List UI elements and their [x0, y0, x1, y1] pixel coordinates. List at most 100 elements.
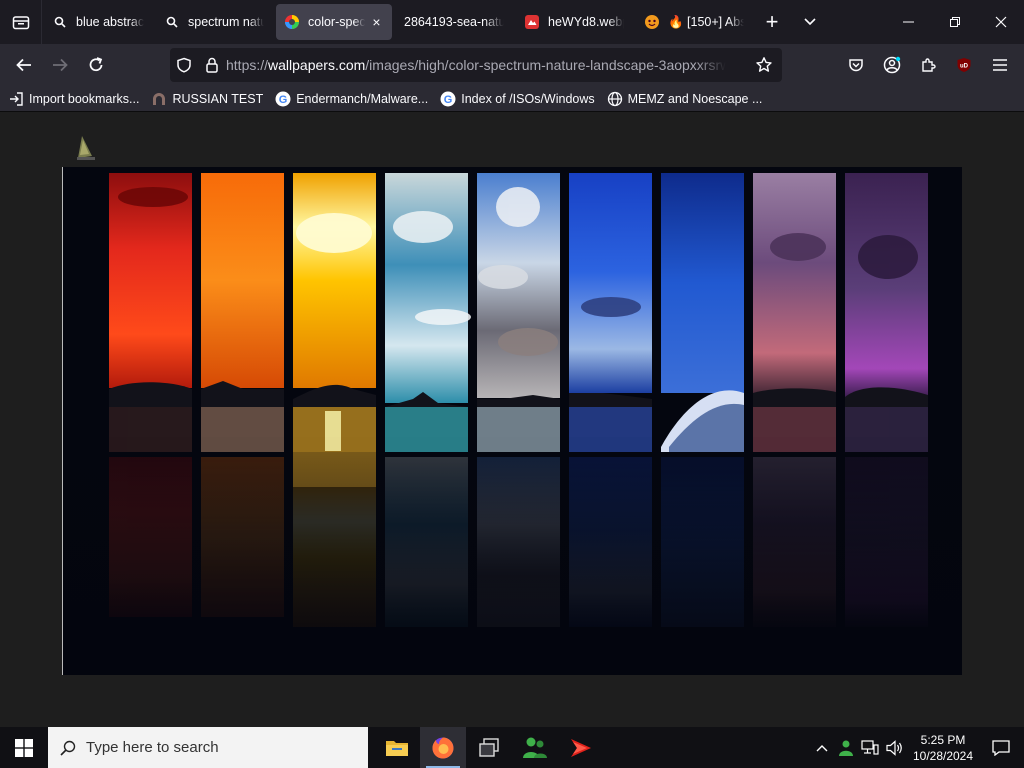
windows-taskbar: Type here to search 5:25 PM 10/28/2024 [0, 727, 1024, 768]
url-text[interactable]: https://wallpapers.com/images/high/color… [226, 57, 726, 73]
svg-text:uD: uD [960, 64, 969, 70]
ublock-shield-icon: uD [957, 58, 971, 72]
broken-image-favicon [524, 14, 540, 30]
tab-color-spectrum[interactable]: color-spectrum-nature × [276, 4, 392, 40]
navigation-toolbar: https://wallpapers.com/images/high/color… [0, 44, 1024, 86]
firefox-view-icon [12, 16, 29, 30]
file-explorer-taskbar-button[interactable] [374, 727, 420, 768]
page-content [0, 112, 1024, 727]
hamburger-menu-icon [993, 59, 1007, 71]
back-arrow-icon [16, 58, 31, 72]
close-icon [995, 16, 1007, 28]
bookmark-russian-test[interactable]: RUSSIAN TEST [151, 91, 263, 107]
new-tab-button[interactable]: + [756, 6, 788, 38]
tab-close-icon[interactable]: × [369, 14, 384, 30]
ublock-origin-button[interactable]: uD [948, 49, 980, 81]
bookmark-endermanch[interactable]: G Endermanch/Malware... [275, 91, 428, 107]
list-all-tabs-button[interactable] [794, 6, 826, 38]
globe-icon [607, 91, 623, 107]
small-tree-image [74, 132, 98, 164]
address-bar[interactable]: https://wallpapers.com/images/high/color… [170, 48, 782, 82]
bookmark-index-isos[interactable]: G Index of /ISOs/Windows [440, 91, 595, 107]
tab-label: 2864193-sea-nature [404, 15, 504, 29]
bookmark-label: Endermanch/Malware... [296, 91, 429, 106]
close-window-button[interactable] [978, 0, 1024, 44]
spectrum-landscape-art [63, 167, 962, 675]
minimize-icon [903, 21, 914, 23]
svg-text:G: G [444, 94, 453, 106]
tab-spectrum-nature[interactable]: spectrum nature wallpaper [156, 4, 272, 40]
tab-label: spectrum nature wallpaper [188, 15, 264, 29]
bookmark-label: Index of /ISOs/Windows [461, 91, 595, 106]
tab-blue-abstract[interactable]: blue abstract wallpaper [44, 4, 152, 40]
network-button[interactable] [858, 727, 882, 768]
firefox-view-button[interactable] [0, 0, 42, 44]
import-icon [8, 91, 24, 107]
tracking-protection-shield-icon[interactable] [170, 48, 198, 82]
pocket-icon [849, 59, 863, 72]
reload-icon [89, 57, 103, 72]
color-wheel-favicon [284, 14, 300, 30]
tab-label: color-spectrum-nature [308, 15, 365, 29]
tab-strip: blue abstract wallpaper spectrum nature … [0, 0, 1024, 44]
taskbar-clock[interactable]: 5:25 PM 10/28/2024 [908, 732, 978, 764]
extensions-button[interactable] [912, 49, 944, 81]
bookmark-label: MEMZ and Noescape ... [627, 91, 763, 106]
volume-button[interactable] [882, 727, 908, 768]
stacked-windows-icon [479, 737, 499, 757]
notification-icon [992, 739, 1010, 756]
clock-time: 5:25 PM [920, 732, 966, 747]
bookmark-star-icon[interactable] [750, 48, 778, 82]
user-tray-icon [839, 740, 853, 756]
bookmark-label: Import bookmarks... [29, 91, 140, 106]
account-button[interactable] [876, 49, 908, 81]
url-scheme: https:// [226, 57, 269, 73]
puzzle-piece-icon [922, 58, 936, 72]
tab-hewyd8[interactable]: heWYd8.webp [516, 4, 632, 40]
taskbar-search-box[interactable]: Type here to search [48, 727, 368, 768]
folder-icon [386, 740, 408, 756]
network-icon [861, 739, 879, 755]
notification-center-button[interactable] [978, 727, 1024, 768]
bookmark-memz[interactable]: MEMZ and Noescape ... [607, 91, 763, 107]
search-icon [60, 740, 76, 756]
task-view-taskbar-button[interactable] [466, 727, 512, 768]
horseshoe-icon [151, 91, 167, 107]
svg-text:G: G [279, 94, 288, 106]
app-menu-button[interactable] [984, 49, 1016, 81]
back-button[interactable] [8, 49, 40, 81]
lock-icon[interactable] [198, 48, 226, 82]
show-hidden-icons-button[interactable] [810, 727, 834, 768]
tab-sea-nature[interactable]: 2864193-sea-nature [396, 4, 512, 40]
account-icon [883, 56, 901, 74]
color-spectrum-wallpaper-image[interactable] [62, 167, 962, 675]
chevron-up-icon [816, 744, 828, 751]
orange-face-favicon [644, 14, 660, 30]
pocket-button[interactable] [840, 49, 872, 81]
start-button[interactable] [0, 727, 48, 768]
search-icon [164, 14, 180, 30]
bookmark-import[interactable]: Import bookmarks... [8, 91, 139, 107]
tab-label: 🔥 [150+] Abstract [668, 14, 744, 29]
tab-150-abstract[interactable]: 🔥 [150+] Abstract [636, 4, 752, 40]
forward-arrow-icon [53, 58, 68, 72]
minimize-button[interactable] [886, 0, 932, 44]
restore-button[interactable] [932, 0, 978, 44]
bookmarks-toolbar: Import bookmarks... RUSSIAN TEST G Ender… [0, 86, 1024, 112]
tab-label: blue abstract wallpaper [76, 15, 144, 29]
bookmark-label: RUSSIAN TEST [172, 91, 264, 106]
speaker-icon [886, 739, 902, 756]
firefox-taskbar-button[interactable] [420, 727, 466, 768]
tab-label: heWYd8.webp [548, 15, 624, 29]
forward-button[interactable] [44, 49, 76, 81]
search-placeholder: Type here to search [86, 739, 219, 756]
system-tray: 5:25 PM 10/28/2024 [810, 727, 1024, 768]
red-arrow-app-taskbar-button[interactable] [558, 727, 604, 768]
messenger-taskbar-button[interactable] [512, 727, 558, 768]
search-icon [52, 14, 68, 30]
url-host: wallpapers.com [268, 57, 366, 73]
restore-icon [950, 17, 960, 27]
reload-button[interactable] [80, 49, 112, 81]
tray-people-button[interactable] [834, 727, 858, 768]
firefox-icon [432, 737, 454, 758]
